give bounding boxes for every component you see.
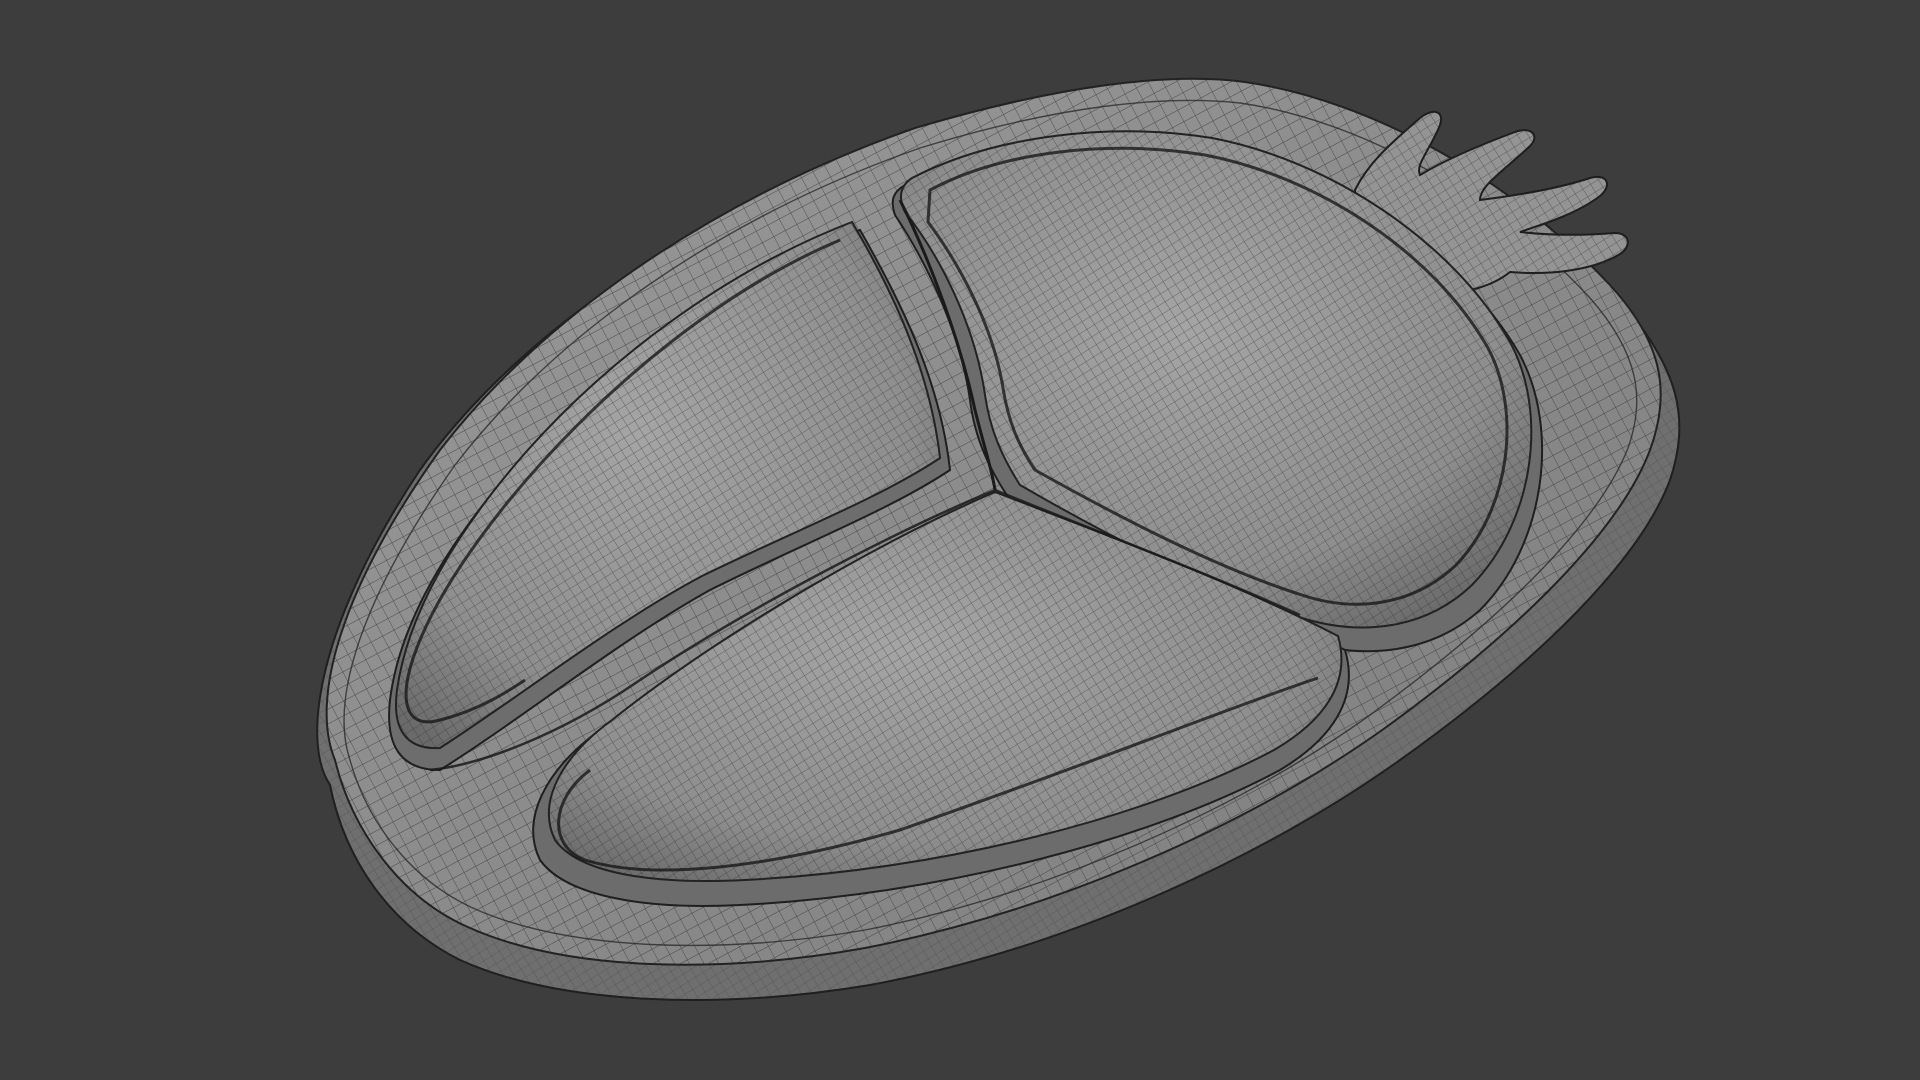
scarab-mesh-render: [316, 77, 1681, 1001]
3d-viewport[interactable]: [0, 0, 1920, 1080]
